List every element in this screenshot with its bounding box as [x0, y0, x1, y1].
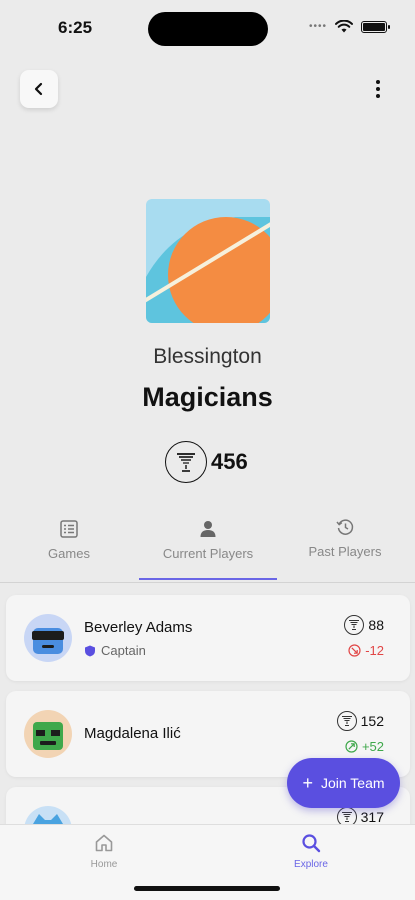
back-button[interactable] — [20, 70, 58, 108]
player-rating-value: 152 — [360, 713, 384, 729]
join-team-button[interactable]: + Join Team — [287, 758, 400, 808]
nav-explore-label: Explore — [294, 859, 328, 870]
player-card[interactable]: Beverley Adams Captain 88 -12 — [6, 595, 410, 681]
player-rating-value: 88 — [368, 617, 384, 633]
tab-current-players[interactable]: Current Players — [139, 510, 277, 582]
battery-icon — [361, 20, 390, 33]
trophy-icon — [344, 615, 365, 635]
tab-current-players-label: Current Players — [162, 546, 254, 561]
player-rating-change-value: -12 — [365, 643, 384, 658]
team-name: Magicians — [142, 382, 273, 412]
player-role-label: Captain — [101, 643, 146, 658]
player-rating: 152 — [336, 711, 384, 731]
dynamic-island — [148, 12, 268, 46]
more-dot — [376, 80, 380, 84]
plus-icon: + — [302, 773, 313, 793]
list-icon — [60, 519, 78, 539]
team-rating: 456 — [165, 441, 248, 483]
home-icon — [95, 834, 113, 852]
more-dot — [376, 87, 380, 91]
nav-explore[interactable]: Explore — [266, 833, 356, 870]
tab-games[interactable]: Games — [0, 510, 138, 582]
tab-bar: Games Current Players Past Players — [0, 510, 415, 582]
player-avatar — [24, 710, 72, 758]
trophy-icon — [336, 711, 357, 731]
tab-past-players[interactable]: Past Players — [276, 510, 414, 582]
captain-badge-icon — [85, 645, 95, 656]
active-tab-indicator — [139, 578, 277, 580]
tab-past-players-label: Past Players — [308, 544, 382, 559]
tab-games-label: Games — [48, 546, 90, 561]
chevron-left-icon — [34, 82, 43, 96]
player-rating-value: 317 — [360, 809, 384, 825]
team-city: Blessington — [153, 345, 262, 368]
join-team-label: Join Team — [320, 775, 385, 791]
trend-up-icon — [345, 740, 358, 753]
player-rating-change: +52 — [345, 739, 384, 754]
tabs-divider — [0, 582, 415, 583]
player-rating-change: -12 — [348, 643, 384, 658]
player-role: Captain — [84, 643, 146, 658]
trophy-icon — [165, 441, 207, 483]
player-rating: 88 — [344, 615, 384, 635]
history-icon — [336, 517, 354, 537]
home-indicator — [134, 886, 280, 891]
nav-home-label: Home — [90, 859, 118, 870]
player-name: Magdalena Ilić — [84, 725, 181, 742]
team-logo — [146, 199, 270, 323]
search-icon — [302, 834, 321, 853]
status-bar: 6:25 •••• — [0, 0, 415, 56]
player-name: Beverley Adams — [84, 619, 193, 636]
status-icons: •••• — [308, 20, 390, 33]
player-avatar — [24, 614, 72, 662]
trend-down-icon — [348, 644, 361, 657]
team-rating-value: 456 — [211, 449, 248, 474]
more-options-button[interactable] — [371, 80, 385, 104]
player-rating-change-value: +52 — [361, 739, 384, 754]
wifi-icon — [335, 20, 353, 33]
status-time: 6:25 — [58, 18, 93, 37]
more-dot — [376, 94, 380, 98]
person-icon — [199, 519, 217, 539]
nav-home[interactable]: Home — [59, 833, 149, 870]
signal-icon: •••• — [308, 21, 327, 32]
